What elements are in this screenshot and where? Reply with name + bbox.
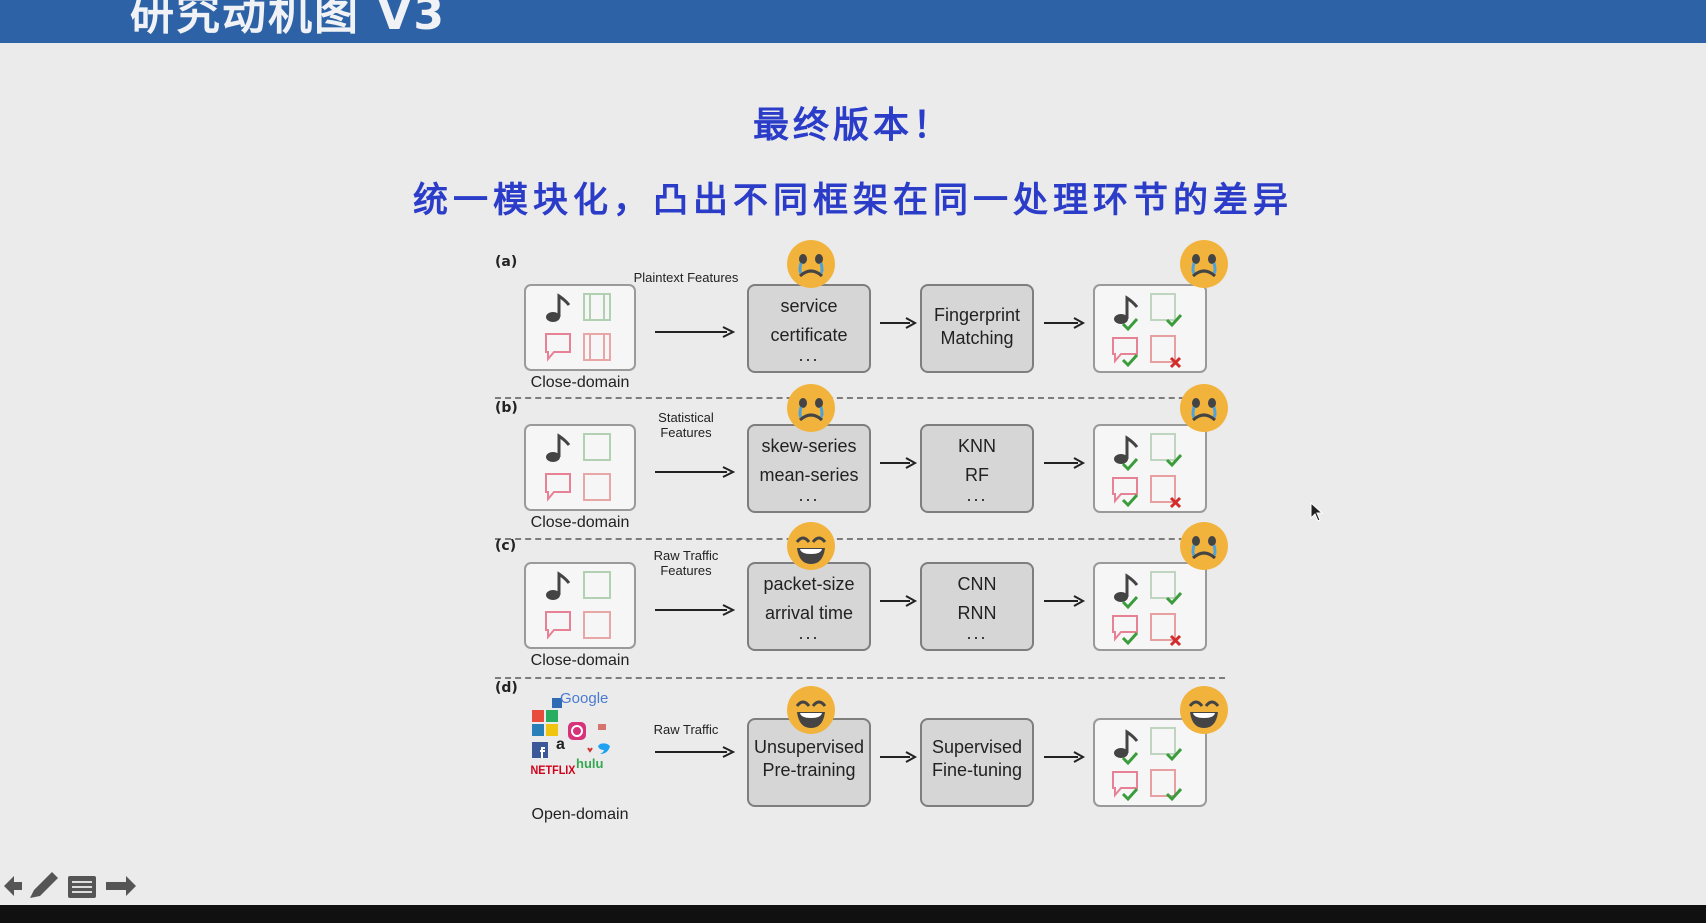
check-icon <box>1121 493 1139 508</box>
result-box <box>1093 424 1207 513</box>
figure-row-b: (b) Close-domain Statistical Features sk… <box>490 384 1235 531</box>
box-ellipsis: ... <box>966 485 988 505</box>
check-icon <box>1121 631 1139 646</box>
happy-face-icon <box>1180 686 1228 734</box>
figure-row-c: (c) Close-domain Raw Traffic Features pa… <box>490 522 1235 669</box>
box-line: Pre-training <box>762 760 856 780</box>
mouse-cursor-icon <box>1310 502 1324 522</box>
chat-icon <box>545 333 571 362</box>
arrow-left-icon[interactable] <box>4 876 22 896</box>
box-line: skew-series <box>761 436 857 456</box>
row-letter: (a) <box>495 254 518 270</box>
arrow-icon <box>1044 457 1086 469</box>
arrow-label: Plaintext Features <box>633 270 739 285</box>
arrow-icon <box>880 317 918 329</box>
happy-face-icon <box>787 522 835 570</box>
music-note-icon <box>546 293 571 322</box>
box-line: Supervised <box>931 737 1023 757</box>
app-icons-box <box>524 424 636 511</box>
row-letter: (d) <box>495 680 518 696</box>
check-icon <box>1121 353 1139 368</box>
row-letter: (c) <box>495 538 517 554</box>
sad-face-icon <box>787 240 835 288</box>
box-line: CNN <box>957 574 997 594</box>
instagram-logo-icon <box>568 722 586 740</box>
happy-face-icon <box>787 686 835 734</box>
arrow-icon <box>655 604 735 616</box>
model-box: KNN RF ... <box>920 424 1034 513</box>
box-line: Fine-tuning <box>931 760 1023 780</box>
headline: 最终版本！ <box>752 105 953 146</box>
video-icon <box>583 333 611 361</box>
box-line: Fingerprint <box>933 305 1021 325</box>
box-line: Unsupervised <box>753 737 865 757</box>
result-box <box>1093 562 1207 651</box>
slide-title: 研究动机图 V3 <box>130 0 446 40</box>
google-logo: Google <box>560 690 609 707</box>
pencil-icon[interactable] <box>30 872 58 898</box>
box-ellipsis: ... <box>798 345 820 365</box>
row-letter: (b) <box>495 400 518 416</box>
mail-logo-icon <box>598 724 606 730</box>
slide-header-bar: 研究动机图 V3 <box>0 0 1706 43</box>
arrow-icon <box>1044 751 1086 763</box>
netflix-logo: NETFLIX <box>530 763 576 777</box>
app-icons-box <box>524 284 636 371</box>
slideshow-controls <box>0 868 150 904</box>
check-icon <box>1121 787 1139 802</box>
arrow-right-icon[interactable] <box>106 876 136 896</box>
processing-box: service certificate ... <box>747 284 871 373</box>
taskbar-strip <box>0 905 1706 923</box>
box-line: packet-size <box>763 574 855 594</box>
brand-logos: Google a NETFLIX hulu <box>528 690 638 805</box>
box-line: KNN <box>957 436 996 456</box>
figure-row-d: (d) Google a NETFLIX hulu Open-domain Ra… <box>490 668 1235 823</box>
arrow-icon <box>880 595 918 607</box>
menu-icon[interactable] <box>68 876 96 898</box>
amazon-logo: a <box>556 736 565 753</box>
box-line: service <box>780 296 838 316</box>
arrow-label: Raw Traffic <box>653 722 719 737</box>
twitter-logo-icon <box>598 743 610 754</box>
sad-face-icon <box>787 384 835 432</box>
sad-face-icon <box>1180 240 1228 288</box>
model-box: Fingerprint Matching <box>920 284 1034 373</box>
arrow-icon <box>655 466 735 478</box>
domain-label: Open-domain <box>531 806 629 823</box>
result-box <box>1093 284 1207 373</box>
box-line: Matching <box>940 328 1014 348</box>
motivation-figure: (a) Close-domain Plaintext Features serv… <box>490 240 1235 823</box>
facebook-logo-icon <box>532 742 548 758</box>
model-box: Supervised Fine-tuning <box>920 718 1034 807</box>
processing-box: packet-size arrival time ... <box>747 562 871 651</box>
processing-box: skew-series mean-series ... <box>747 424 871 513</box>
arrow-icon <box>880 457 918 469</box>
arrow-icon <box>655 746 735 758</box>
box-ellipsis: ... <box>966 623 988 643</box>
arrow-icon <box>1044 595 1086 607</box>
hulu-logo: hulu <box>576 756 604 771</box>
app-icons-box <box>524 562 636 649</box>
sad-face-icon <box>1180 384 1228 432</box>
box-ellipsis: ... <box>798 485 820 505</box>
windows-logo-icon <box>532 710 558 736</box>
model-box: CNN RNN ... <box>920 562 1034 651</box>
figure-row-a: (a) Close-domain Plaintext Features serv… <box>490 240 1235 391</box>
sad-face-icon <box>1180 522 1228 570</box>
arrow-icon <box>655 326 735 338</box>
subheadline: 统一模块化，凸出不同框架在同一处理环节的差异 <box>412 181 1293 221</box>
box-ellipsis: ... <box>798 623 820 643</box>
arrow-label: Raw Traffic Features <box>653 548 719 578</box>
arrow-icon <box>880 751 918 763</box>
arrow-label: Statistical Features <box>658 410 714 440</box>
video-icon <box>583 293 611 321</box>
small-logo-icon <box>587 747 593 753</box>
arrow-icon <box>1044 317 1086 329</box>
